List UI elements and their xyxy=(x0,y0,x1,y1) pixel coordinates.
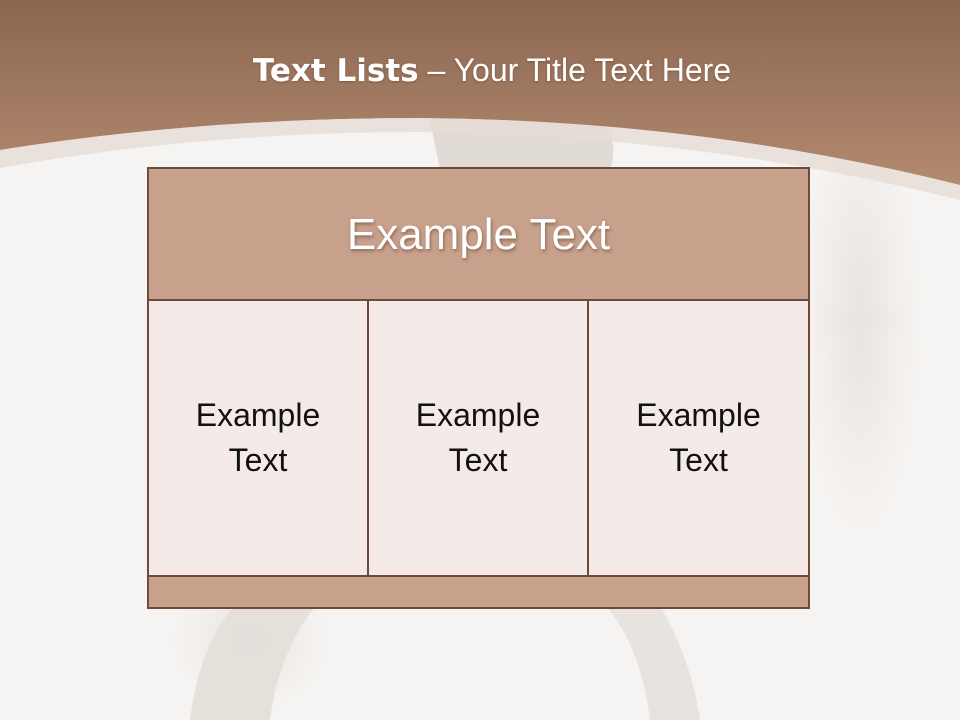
cell-text-2: Example Text xyxy=(415,397,541,478)
header-box: Example Text xyxy=(147,167,810,301)
title-subtitle: – Your Title Text Here xyxy=(418,52,732,88)
list-cell-2: Example Text xyxy=(367,299,589,577)
list-cell-3: Example Text xyxy=(587,299,810,577)
cell-text-3: Example Text xyxy=(636,397,761,478)
header-text: Example Text xyxy=(346,210,611,259)
title-bold: Text Lists xyxy=(252,53,419,89)
slide-title: Text Lists – Your Title Text Here xyxy=(0,52,960,89)
text-list-diagram: Example Text Example Text Example Text E… xyxy=(147,167,810,609)
list-cell-1: Example Text xyxy=(147,299,369,577)
cell-text-1: Example Text xyxy=(195,397,321,478)
footer-bar xyxy=(147,575,810,609)
